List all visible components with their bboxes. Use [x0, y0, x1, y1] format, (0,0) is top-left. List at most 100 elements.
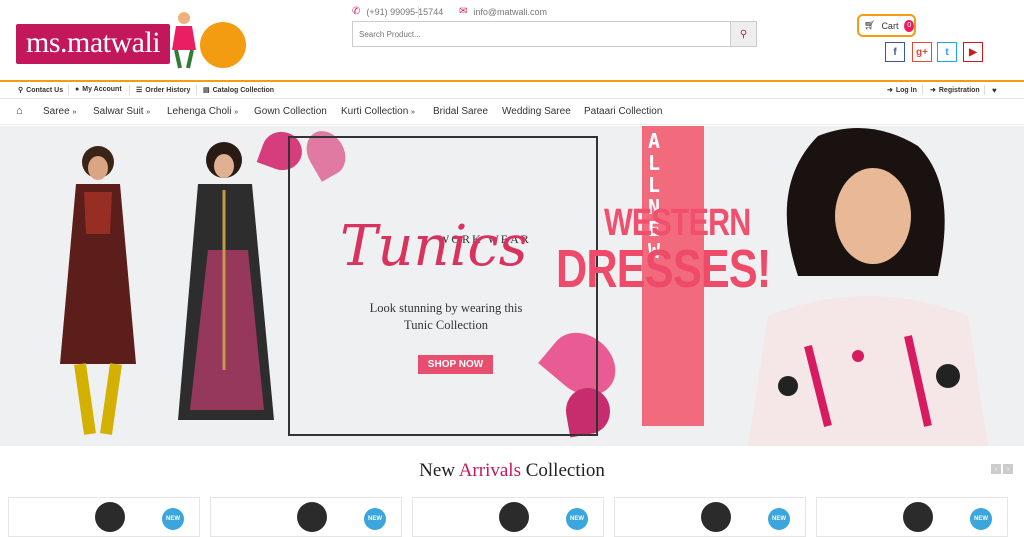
new-badge: NEW — [768, 508, 790, 530]
contact-us-link[interactable]: ⚲ Contact Us — [18, 86, 64, 95]
banner-tunics-heading: Tunics — [340, 214, 528, 279]
nav-item-wedding-saree[interactable]: Wedding Saree — [502, 106, 571, 117]
new-badge: NEW — [364, 508, 386, 530]
product-card[interactable]: NEW — [816, 497, 1008, 537]
search-icon: ⚲ — [739, 28, 748, 40]
title-part: New — [419, 460, 455, 481]
registration-label: Registration — [938, 86, 980, 94]
nav-label: Kurti Collection — [341, 106, 409, 117]
new-badge: NEW — [566, 508, 588, 530]
product-card[interactable]: NEW — [8, 497, 200, 537]
contact-phone: ✆ (+91) 99095-15744 — [352, 6, 443, 17]
model-2-image — [178, 142, 274, 420]
shop-now-button[interactable]: SHOP NOW — [418, 355, 493, 374]
order-history-label: Order History — [145, 86, 191, 94]
my-account-label: My Account — [82, 86, 122, 93]
logo-emblem — [200, 22, 246, 68]
contact-email[interactable]: ✉ info@matwali.com — [459, 6, 547, 17]
nav-label: Bridal Saree — [433, 106, 489, 117]
header: ms.matwali ✆ (+91) 99095-15744 ✉ info@ma… — [0, 0, 1024, 80]
sign-in-icon: ➜ — [887, 87, 893, 94]
search-button[interactable]: ⚲ — [730, 22, 756, 46]
chevron-down-icon: » — [72, 109, 77, 116]
twitter-icon[interactable]: t — [937, 42, 957, 62]
login-label: Log In — [895, 86, 917, 94]
new-arrivals-title: New Arrivals Collection — [0, 460, 1024, 482]
order-history-link[interactable]: ☰ Order History — [136, 86, 191, 95]
catalog-collection-link[interactable]: ▤ Catalog Collection — [203, 86, 275, 95]
product-card[interactable]: NEW — [412, 497, 604, 537]
title-part: Collection — [525, 460, 605, 481]
model-1-image — [60, 146, 136, 435]
product-card[interactable]: NEW — [210, 497, 402, 537]
link-divider — [922, 85, 923, 95]
logo-figure-icon — [172, 12, 196, 69]
model-3-image — [748, 128, 988, 446]
envelope-icon: ✉ — [459, 6, 468, 17]
nav-item-salwar-suit[interactable]: Salwar Suit » — [93, 106, 150, 117]
phone-number: (+91) 99095-15744 — [366, 6, 444, 17]
account-links-bar: ⚲ Contact Us ● My Account ☰ Order History ▤… — [0, 82, 1024, 99]
user-icon: ● — [75, 86, 80, 93]
product-image — [903, 502, 933, 532]
hero-banner[interactable]: WORK WEAR Tunics Look stunning by wearin… — [0, 126, 1024, 446]
link-divider — [68, 85, 69, 95]
chevron-down-icon: » — [411, 109, 415, 116]
product-image — [499, 502, 529, 532]
nav-item-saree[interactable]: Saree » — [43, 106, 76, 117]
new-badge: NEW — [162, 508, 184, 530]
site-logo[interactable]: ms.matwali — [16, 8, 252, 70]
cart-count-badge: 0 — [904, 19, 914, 32]
nav-item-kurti-collection[interactable]: Kurti Collection » — [341, 106, 415, 117]
contact-divider — [418, 6, 419, 18]
nav-label: Wedding Saree — [502, 106, 571, 117]
search-bar: ⚲ — [352, 21, 757, 47]
link-divider — [984, 85, 985, 95]
nav-label: Gown Collection — [254, 106, 327, 117]
home-icon[interactable]: ⌂ — [16, 105, 23, 117]
nav-label: Lehenga Choli — [167, 106, 232, 117]
banner-tagline-line-2: Tunic Collection — [404, 318, 488, 332]
nav-label: Saree — [43, 106, 70, 117]
catalog-collection-label: Catalog Collection — [212, 86, 275, 94]
nav-label: Pataari Collection — [584, 106, 663, 117]
registration-link[interactable]: ➜ Registration — [930, 86, 980, 95]
product-image — [95, 502, 125, 532]
facebook-icon[interactable]: f — [885, 42, 905, 62]
link-divider — [196, 85, 197, 95]
wishlist-heart-icon[interactable]: ♥ — [992, 86, 997, 95]
cart-label: Cart — [881, 20, 899, 31]
book-icon: ▤ — [203, 87, 210, 94]
title-part-highlight: Arrivals — [458, 460, 521, 481]
logo-text: ms.matwali — [26, 26, 161, 59]
phone-icon: ✆ — [352, 6, 361, 17]
cart-button[interactable]: 🛒︎ Cart 0 — [857, 14, 916, 37]
chevron-down-icon: » — [234, 109, 239, 116]
email-address: info@matwali.com — [473, 6, 548, 17]
main-navigation: ⌂ Saree » Salwar Suit » Lehenga Choli » … — [0, 99, 1024, 125]
carousel-next-button[interactable]: › — [1003, 464, 1013, 474]
product-card[interactable]: NEW — [614, 497, 806, 537]
cart-icon: 🛒︎ — [864, 20, 876, 30]
product-image — [297, 502, 327, 532]
contact-us-label: Contact Us — [26, 86, 64, 94]
register-icon: ➜ — [930, 87, 936, 94]
banner-tagline: Look stunning by wearing this Tunic Coll… — [340, 300, 552, 334]
new-badge: NEW — [970, 508, 992, 530]
carousel-prev-button[interactable]: ‹ — [991, 464, 1001, 474]
chevron-down-icon: » — [146, 109, 151, 116]
link-divider — [129, 85, 130, 95]
map-marker-icon: ⚲ — [18, 87, 24, 94]
nav-label: Salwar Suit — [93, 106, 144, 117]
login-link[interactable]: ➜ Log In — [887, 86, 917, 95]
list-icon: ☰ — [136, 87, 143, 94]
banner-tagline-line-1: Look stunning by wearing this — [369, 301, 523, 315]
youtube-icon[interactable]: ▶ — [963, 42, 983, 62]
search-input[interactable] — [353, 22, 730, 46]
nav-item-pataari-collection[interactable]: Pataari Collection — [584, 106, 662, 117]
google-plus-icon[interactable]: g+ — [912, 42, 932, 62]
nav-item-gown-collection[interactable]: Gown Collection — [254, 106, 327, 117]
nav-item-lehenga-choli[interactable]: Lehenga Choli » — [167, 106, 238, 117]
my-account-link[interactable]: ● My Account — [75, 86, 122, 93]
nav-item-bridal-saree[interactable]: Bridal Saree — [433, 106, 488, 117]
